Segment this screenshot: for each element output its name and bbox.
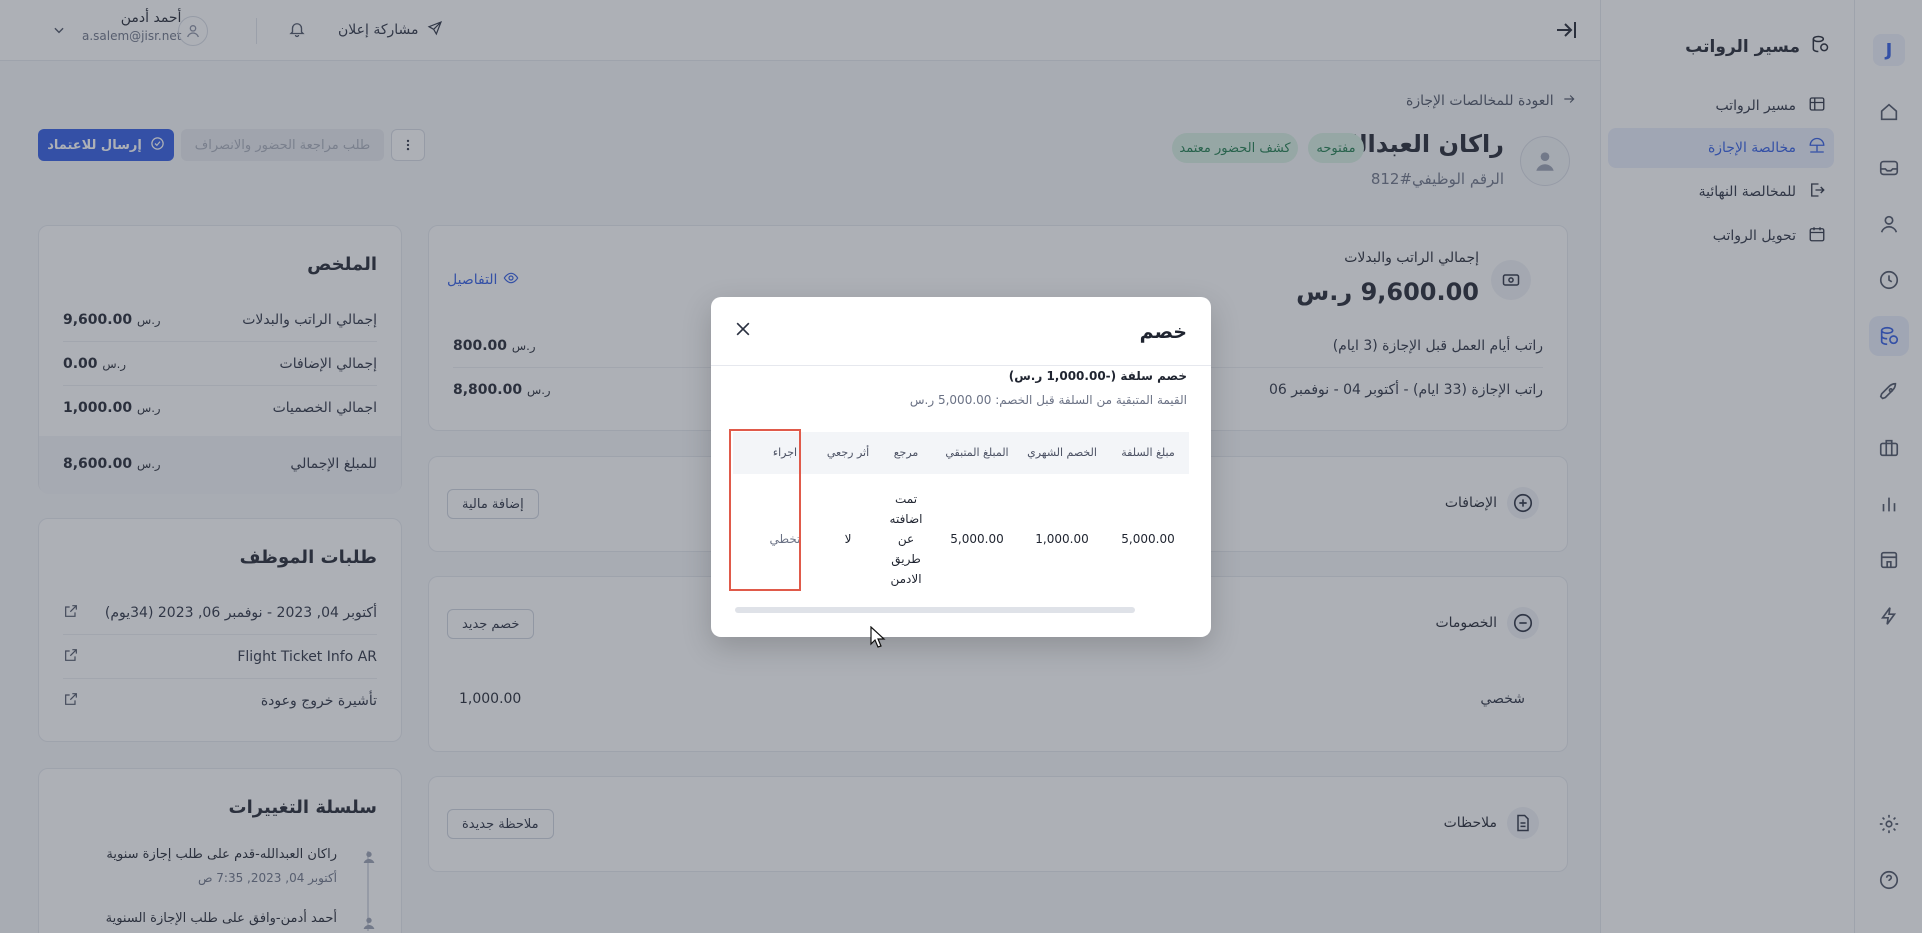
table-cell: 5,000.00 [950,532,1004,546]
horizontal-scrollbar[interactable] [735,607,1135,613]
deduction-modal: خصم خصم سلفة (-1,000.00 ر.س) القيمة المت… [711,297,1211,637]
column-header: مرجع [893,446,919,460]
modal-remaining-note: القيمة المتبقية من السلفة قبل الخصم: 5,0… [909,393,1187,407]
modal-subtitle: خصم سلفة (-1,000.00 ر.س) [1008,369,1187,383]
table-cell: 1,000.00 [1035,532,1089,546]
table-cell-reference: تمت اضافته عن طريق الادمن [889,492,923,586]
table-cell: لا [844,532,852,546]
column-header: المبلغ المتبقي [945,446,1009,460]
close-icon[interactable] [733,319,753,343]
table-header: مبلغ السلفة الخصم الشهري المبلغ المتبقي … [733,432,1189,474]
modal-title: خصم [1139,321,1187,343]
table-cell: 5,000.00 [1121,532,1175,546]
mouse-cursor-icon [870,625,886,652]
column-header: مبلغ السلفة [1121,446,1175,460]
modal-divider [711,365,1211,366]
highlight-box [729,429,801,591]
column-header: أثر رجعي [826,446,870,460]
column-header: الخصم الشهري [1027,446,1097,460]
